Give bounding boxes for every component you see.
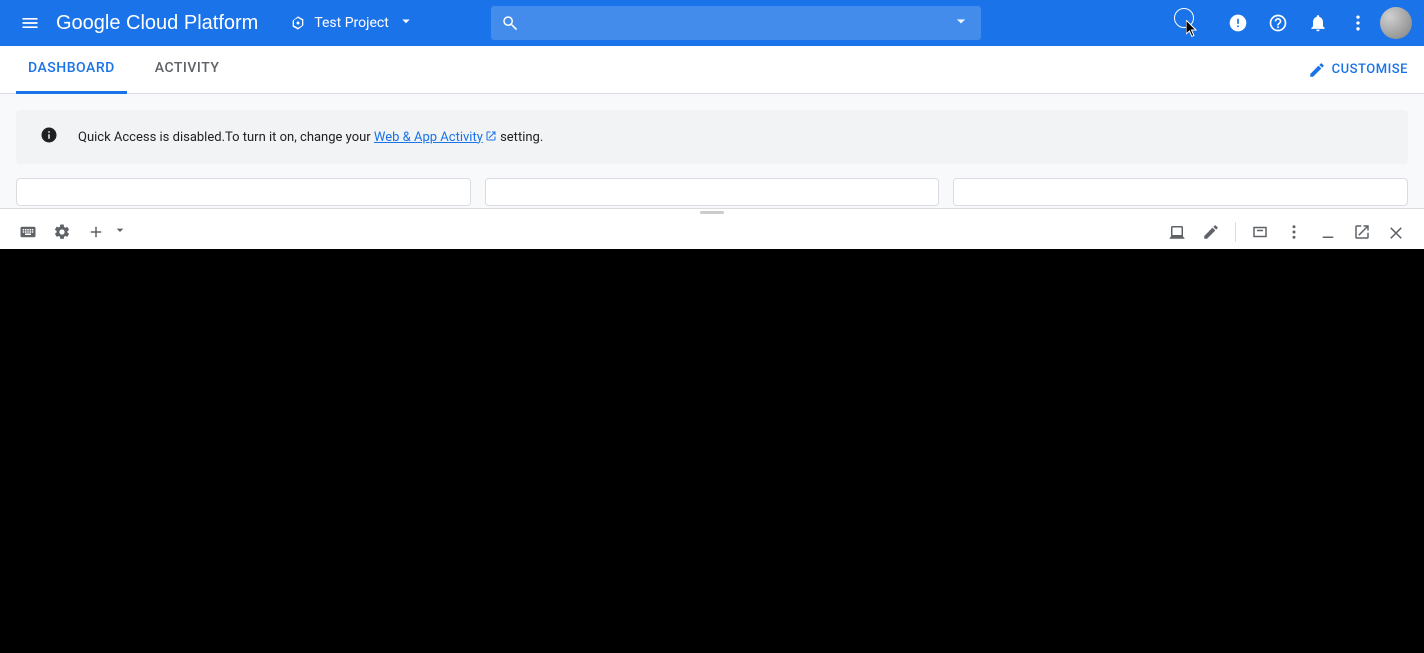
avatar[interactable] — [1380, 7, 1412, 39]
tab-dashboard[interactable]: DASHBOARD — [16, 46, 127, 94]
quick-access-notice: Quick Access is disabled.To turn it on, … — [16, 110, 1408, 164]
notice-text-after: setting. — [497, 130, 543, 145]
tab-row: DASHBOARD ACTIVITY CUSTOMISE — [0, 46, 1424, 94]
project-name: Test Project — [314, 15, 388, 31]
caret-down-icon — [397, 12, 415, 34]
caret-down-icon — [112, 222, 128, 242]
tab-activity[interactable]: ACTIVITY — [143, 46, 232, 94]
pencil-icon — [1308, 61, 1326, 79]
web-preview-icon[interactable] — [1244, 216, 1276, 248]
search-bar[interactable] — [491, 6, 981, 40]
cloud-shell-panel — [0, 208, 1424, 653]
customise-button[interactable]: CUSTOMISE — [1308, 61, 1408, 79]
dashboard-card — [485, 178, 940, 206]
dashboard-card — [953, 178, 1408, 206]
toolbar-separator — [1235, 222, 1236, 242]
notice-text: Quick Access is disabled.To turn it on, … — [78, 130, 543, 145]
search-dropdown-icon[interactable] — [951, 11, 971, 35]
project-selector[interactable]: Test Project — [282, 8, 422, 38]
terminal[interactable] — [0, 249, 1424, 653]
minimize-icon[interactable] — [1312, 216, 1344, 248]
content-area: Quick Access is disabled.To turn it on, … — [0, 94, 1424, 214]
cards-row — [16, 178, 1408, 206]
web-app-activity-link[interactable]: Web & App Activity — [374, 130, 497, 145]
shell-toolbar — [0, 215, 1424, 249]
open-new-window-icon[interactable] — [1346, 216, 1378, 248]
plus-icon — [80, 216, 112, 248]
notifications-icon[interactable] — [1300, 5, 1336, 41]
hamburger-menu-icon[interactable] — [12, 5, 48, 41]
keyboard-icon[interactable] — [12, 216, 44, 248]
gcp-logo[interactable]: Google Cloud Platform — [56, 12, 258, 35]
external-link-icon — [485, 130, 497, 142]
topbar: Google Cloud Platform Test Project — [0, 0, 1424, 46]
dashboard-card — [16, 178, 471, 206]
help-icon[interactable] — [1260, 5, 1296, 41]
alert-icon[interactable] — [1220, 5, 1256, 41]
new-tab-button[interactable] — [80, 216, 128, 248]
search-icon — [501, 14, 519, 32]
notice-text-before: Quick Access is disabled.To turn it on, … — [78, 130, 374, 145]
topbar-right — [1180, 5, 1412, 41]
laptop-icon[interactable] — [1161, 216, 1193, 248]
project-hex-icon — [290, 15, 306, 31]
info-icon — [40, 126, 58, 148]
more-vert-icon[interactable] — [1340, 5, 1376, 41]
customise-label: CUSTOMISE — [1332, 62, 1408, 77]
cloud-shell-icon[interactable] — [1180, 5, 1216, 41]
more-vert-icon[interactable] — [1278, 216, 1310, 248]
search-input[interactable] — [527, 15, 943, 31]
close-icon[interactable] — [1380, 216, 1412, 248]
edit-icon[interactable] — [1195, 216, 1227, 248]
gear-icon[interactable] — [46, 216, 78, 248]
